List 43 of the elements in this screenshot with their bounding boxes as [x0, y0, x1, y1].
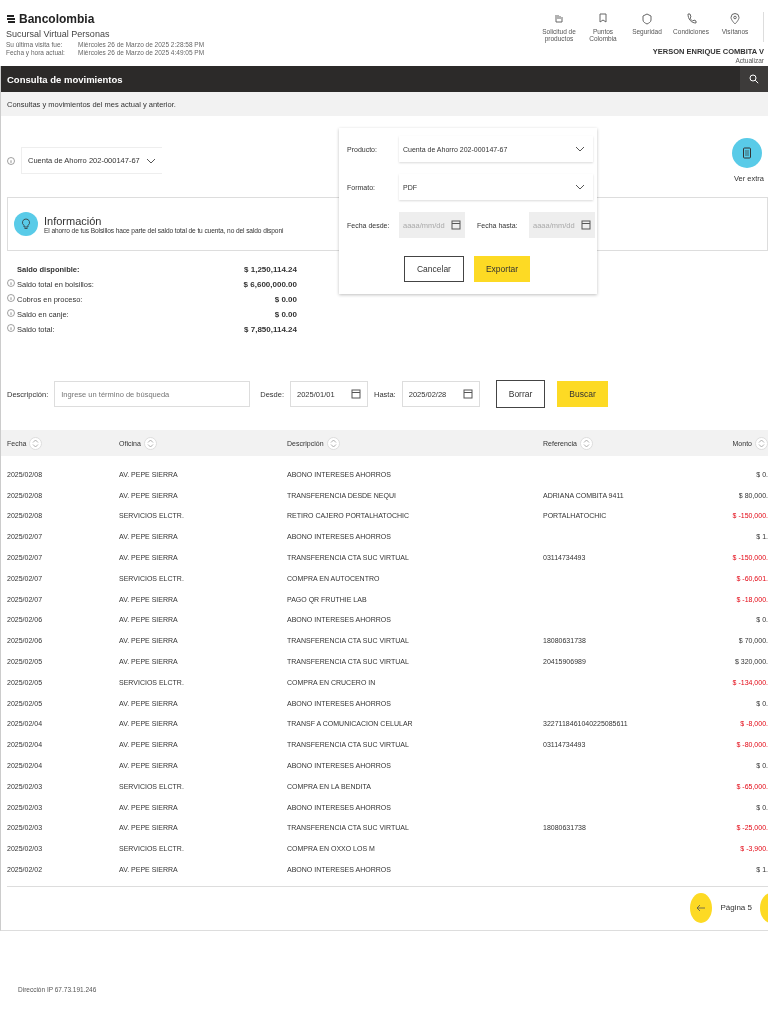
search-button[interactable]: Buscar [557, 381, 608, 407]
calendar-icon [581, 220, 591, 230]
document-icon [742, 147, 752, 159]
info-title: Información [44, 214, 103, 227]
balance-value: $ 0.00 [273, 294, 297, 304]
info-icon [7, 279, 15, 287]
brand-name: Bancolombia [19, 12, 95, 26]
bookmark-icon [596, 12, 610, 26]
page-indicator: Página 5 [720, 903, 752, 913]
previous-page-button[interactable] [690, 892, 713, 923]
site-subtitle: Sucursal Virtual Personas [6, 29, 111, 39]
export-button[interactable]: Exportar [473, 256, 531, 282]
sort-icon[interactable] [326, 436, 340, 450]
location-pin-icon [728, 12, 742, 26]
calendar-icon [462, 389, 473, 399]
shield-icon [640, 12, 654, 26]
balance-value: $ 0.00 [273, 309, 297, 319]
info-icon [7, 309, 15, 317]
chevron-down-icon [145, 157, 156, 164]
page-title: Consulta de movimientos [7, 73, 123, 85]
balance-value: $ 7,850,114.24 [243, 324, 297, 334]
arrow-left-icon [696, 903, 707, 912]
sort-icon[interactable] [143, 436, 157, 450]
calendar-icon [351, 389, 362, 399]
search-button[interactable] [740, 66, 768, 92]
chevron-down-icon [575, 184, 585, 190]
statement-button[interactable] [732, 138, 762, 168]
info-icon [7, 156, 15, 165]
balance-value: $ 1,250,114.24 [243, 265, 297, 274]
lightbulb-icon [14, 212, 38, 236]
chevron-down-icon [575, 146, 585, 152]
cancel-button[interactable]: Cancelar [403, 256, 464, 282]
balance-value: $ 6,600,000.00 [242, 279, 297, 289]
search-icon [749, 74, 759, 84]
phone-icon [684, 12, 698, 26]
info-icon [7, 324, 15, 332]
sort-icon[interactable] [29, 436, 43, 450]
clear-button[interactable]: Borrar [495, 380, 546, 408]
info-icon [7, 294, 15, 302]
sort-icon[interactable] [755, 436, 768, 450]
logo-icon [6, 14, 16, 24]
calendar-icon [451, 220, 461, 230]
sort-icon[interactable] [579, 436, 593, 450]
